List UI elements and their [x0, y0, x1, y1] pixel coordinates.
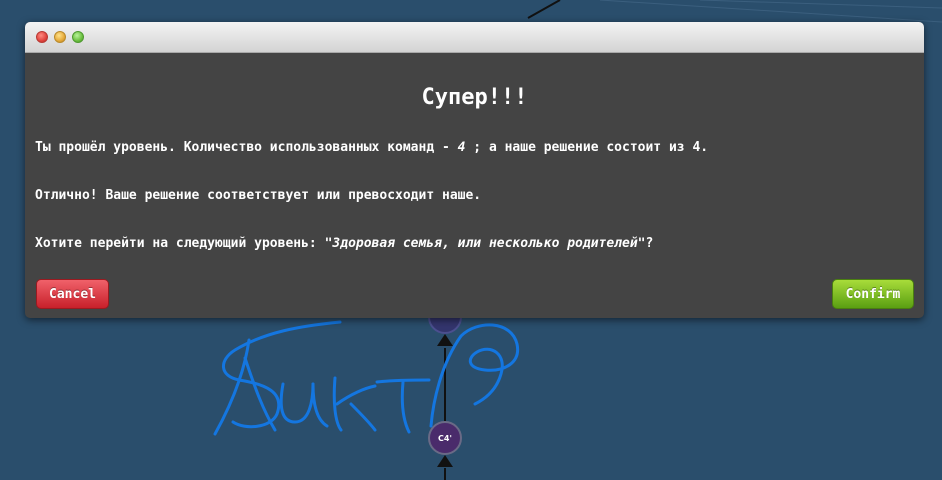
summary-suffix: ; а наше решение состоит из 4. [465, 140, 709, 155]
result-evaluation-text: Отлично! Ваше решение соответствует или … [35, 188, 482, 203]
handwritten-signature [213, 320, 520, 436]
minimize-window-icon[interactable] [54, 31, 66, 43]
dialog-body: Супер!!! Ты прошёл уровень. Количество и… [25, 53, 924, 318]
arrow-up-icon [437, 455, 453, 467]
next-level-name: "Здоровая семья, или несколько родителей… [324, 236, 646, 251]
maximize-window-icon[interactable] [72, 31, 84, 43]
confirm-button[interactable]: Confirm [832, 279, 914, 309]
cancel-button[interactable]: Cancel [36, 279, 109, 309]
summary-prefix: Ты прошёл уровень. Количество использова… [35, 140, 458, 155]
prompt-suffix: ? [645, 236, 654, 251]
result-summary-text: Ты прошёл уровень. Количество использова… [35, 140, 708, 155]
graph-edge [699, 0, 942, 9]
prompt-prefix: Хотите перейти на следующий уровень: [35, 236, 325, 251]
level-complete-dialog: Супер!!! Ты прошёл уровень. Количество и… [25, 22, 924, 318]
dialog-title: Супер!!! [421, 85, 528, 110]
window-titlebar [25, 22, 924, 53]
close-window-icon[interactable] [36, 31, 48, 43]
next-level-prompt: Хотите перейти на следующий уровень: "Зд… [35, 236, 653, 251]
graph-edge [599, 0, 942, 23]
graph-edge [527, 0, 561, 19]
